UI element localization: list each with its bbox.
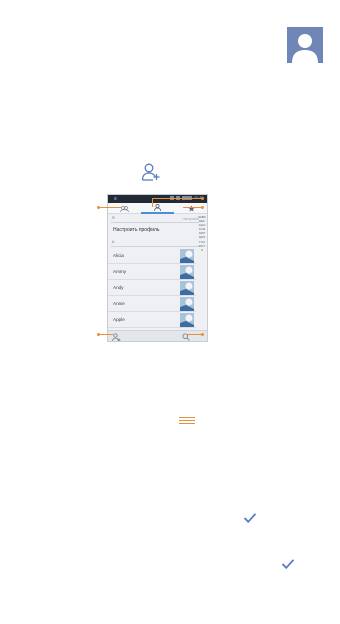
section-header-a: A bbox=[112, 240, 115, 244]
contact-avatar-icon bbox=[287, 27, 323, 63]
bottom-action-bar bbox=[108, 330, 207, 342]
check-icon bbox=[243, 511, 257, 524]
menu-icon bbox=[179, 417, 195, 425]
section-header-me: Я bbox=[112, 216, 115, 220]
contact-row[interactable]: Ammy bbox=[108, 264, 196, 280]
contact-name: Ammy bbox=[113, 269, 127, 274]
callout-line bbox=[99, 207, 121, 208]
callout-marker bbox=[97, 206, 100, 209]
contacts-screen-mock: ≡ 11:11 Я Настроить Настроить п bbox=[107, 194, 208, 342]
status-notification-icon: ≡ bbox=[114, 196, 117, 202]
contact-row[interactable]: Andy bbox=[108, 280, 196, 296]
contact-photo bbox=[180, 265, 194, 279]
check-icon bbox=[281, 557, 295, 570]
tab-groups[interactable] bbox=[108, 203, 141, 214]
contacts-tab-bar bbox=[108, 203, 207, 214]
callout-line bbox=[152, 198, 203, 199]
section-divider bbox=[111, 222, 199, 223]
contact-photo bbox=[180, 249, 194, 263]
section-divider bbox=[111, 246, 199, 247]
callout-marker bbox=[97, 333, 100, 336]
contact-name: Apple bbox=[113, 317, 125, 322]
contact-photo bbox=[180, 297, 194, 311]
callout-marker bbox=[201, 197, 204, 200]
contact-name: Andy bbox=[113, 285, 124, 290]
contact-row[interactable]: Apple bbox=[108, 312, 196, 328]
setup-profile-item[interactable]: Настроить профиль bbox=[113, 227, 160, 233]
status-bar: ≡ 11:11 bbox=[108, 195, 207, 203]
alphabet-index-letters: #ABCDEFGHIJKLMNOPQRSTUVWXYZ bbox=[198, 215, 206, 252]
contact-photo bbox=[180, 281, 194, 295]
alphabet-index-scroller[interactable]: #ABCDEFGHIJKLMNOPQRSTUVWXYZ bbox=[198, 215, 206, 252]
add-contact-icon bbox=[141, 162, 161, 182]
section-me-action[interactable]: Настроить bbox=[182, 217, 199, 221]
callout-line bbox=[152, 198, 153, 207]
callout-marker bbox=[201, 333, 204, 336]
groups-icon bbox=[120, 205, 129, 212]
contact-name: Alicia bbox=[113, 253, 124, 258]
tab-contacts[interactable] bbox=[141, 203, 174, 214]
contact-row[interactable]: Annie bbox=[108, 296, 196, 312]
callout-line bbox=[183, 207, 203, 208]
add-contact-small-icon[interactable] bbox=[112, 333, 121, 342]
contact-row[interactable]: Alicia bbox=[108, 248, 196, 264]
contact-name: Annie bbox=[113, 301, 125, 306]
person-icon bbox=[154, 204, 161, 211]
contact-photo bbox=[180, 313, 194, 327]
callout-marker bbox=[201, 206, 204, 209]
callout-line bbox=[99, 334, 113, 335]
